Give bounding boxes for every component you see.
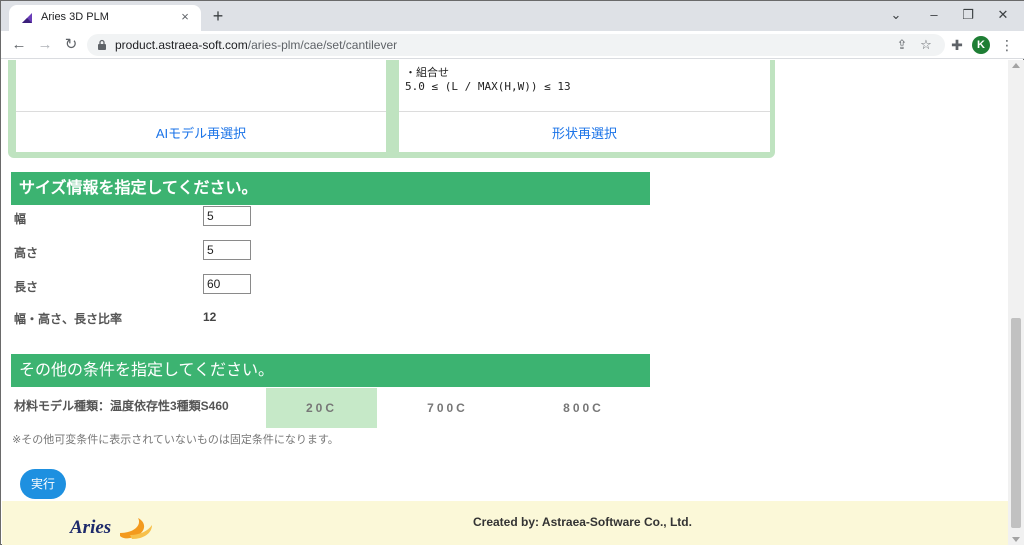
footer-credit: Created by: Astraea-Software Co., Ltd.: [473, 515, 692, 529]
ratio-value: 12: [203, 310, 217, 324]
aries-favicon-icon: [22, 13, 32, 23]
page-scrollbar[interactable]: [1008, 60, 1024, 545]
run-button[interactable]: 実行: [20, 469, 66, 499]
browser-tab[interactable]: Aries 3D PLM ×: [9, 5, 201, 31]
back-icon[interactable]: ←: [9, 35, 29, 55]
lock-icon: [98, 39, 106, 50]
minimize-icon[interactable]: –: [923, 5, 945, 25]
temp-option-800c[interactable]: 800C: [528, 388, 639, 428]
reselect-ai-model-link[interactable]: AIモデル再選択: [16, 123, 386, 142]
temp-option-700c[interactable]: 700C: [392, 388, 503, 428]
shape-card: ・組合せ 5.0 ≤ (L / MAX(H,W)) ≤ 13 形状再選択: [399, 60, 770, 152]
url-host: product.astraea-soft.com: [115, 38, 248, 52]
page-footer: Aries Created by: Astraea-Software Co., …: [2, 501, 1008, 545]
aries-logo: Aries: [69, 517, 152, 539]
condition-heading: ・組合せ: [405, 66, 449, 79]
browser-toolbar: ← → ↻ product.astraea-soft.com/aries-plm…: [1, 31, 1024, 59]
new-tab-button[interactable]: +: [208, 6, 228, 26]
card-divider: [399, 111, 770, 112]
bookmark-star-icon[interactable]: ☆: [917, 36, 935, 54]
url-path: /aries-plm/cae/set/cantilever: [247, 38, 398, 52]
profile-avatar[interactable]: K: [972, 36, 990, 54]
ai-model-card: AIモデル再選択: [16, 60, 386, 152]
scrollbar-thumb[interactable]: [1011, 318, 1021, 528]
width-label: 幅: [14, 212, 27, 226]
other-conditions-header: その他の条件を指定してください。: [11, 354, 650, 387]
tab-title: Aries 3D PLM: [41, 11, 109, 23]
scroll-up-icon[interactable]: [1012, 63, 1020, 68]
page-viewport: AIモデル再選択 ・組合せ 5.0 ≤ (L / MAX(H,W)) ≤ 13 …: [2, 60, 1008, 545]
close-window-icon[interactable]: ✕: [992, 5, 1014, 25]
url-text: product.astraea-soft.com/aries-plm/cae/s…: [115, 38, 397, 52]
menu-icon[interactable]: ⋮: [997, 35, 1017, 55]
size-section-header: サイズ情報を指定してください。: [11, 172, 650, 205]
tab-search-icon[interactable]: ⌄: [885, 5, 907, 25]
scroll-down-icon[interactable]: [1012, 537, 1020, 542]
material-model-label: 材料モデル種類：温度依存性3種類S460: [14, 399, 229, 413]
close-tab-icon[interactable]: ×: [177, 9, 193, 25]
height-label: 高さ: [14, 246, 39, 260]
temp-option-20c[interactable]: 20C: [266, 388, 377, 428]
length-input[interactable]: [203, 274, 251, 294]
reselect-shape-link[interactable]: 形状再選択: [399, 123, 770, 142]
reload-icon[interactable]: ↻: [61, 35, 81, 55]
ratio-label: 幅・高さ、長さ比率: [14, 312, 123, 326]
fixed-condition-note: ※その他可変条件に表示されていないものは固定条件になります。: [12, 434, 339, 446]
tab-strip: Aries 3D PLM × + ⌄ – ❐ ✕: [1, 1, 1024, 31]
restore-icon[interactable]: ❐: [957, 5, 979, 25]
height-input[interactable]: [203, 240, 251, 260]
extensions-icon[interactable]: ✚: [947, 35, 967, 55]
condition-formula: 5.0 ≤ (L / MAX(H,W)) ≤ 13: [405, 80, 571, 93]
browser-window: Aries 3D PLM × + ⌄ – ❐ ✕ ← → ↻ product.a…: [0, 0, 1024, 545]
width-input[interactable]: [203, 206, 251, 226]
card-divider: [16, 111, 386, 112]
address-bar[interactable]: product.astraea-soft.com/aries-plm/cae/s…: [87, 34, 945, 56]
forward-icon[interactable]: →: [35, 35, 55, 55]
share-icon[interactable]: ⇪: [893, 36, 911, 54]
logo-text: Aries: [69, 517, 111, 538]
length-label: 長さ: [14, 280, 39, 294]
